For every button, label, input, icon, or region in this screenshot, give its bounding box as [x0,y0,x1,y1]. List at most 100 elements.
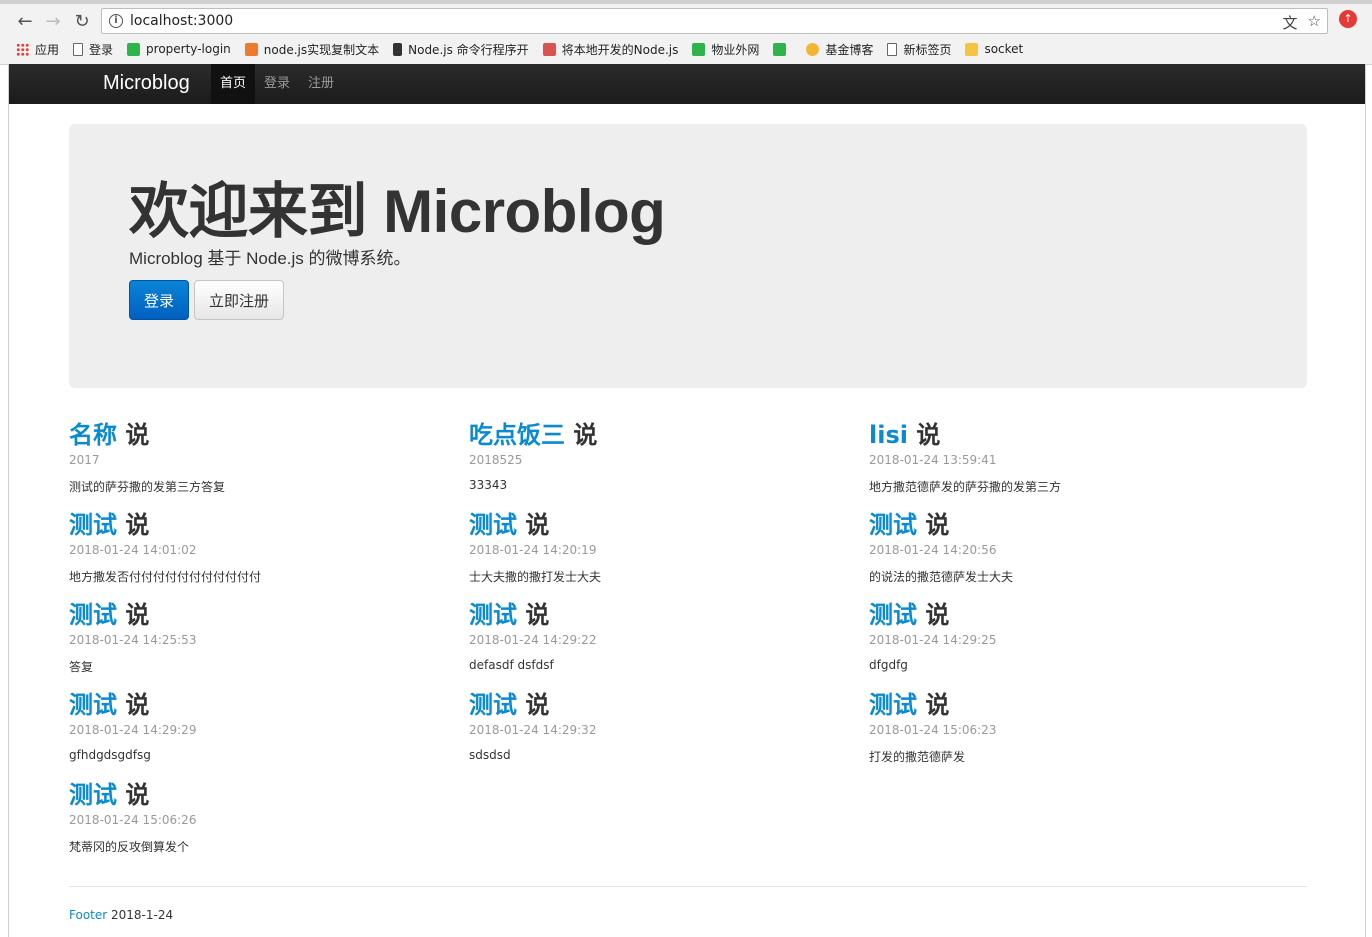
bookmark-label: 登录 [89,42,114,57]
ink-icon [393,42,403,56]
reload-icon[interactable]: ↻ [71,10,93,32]
footer-date: 2018-1-24 [111,908,174,922]
post-timestamp: 2018-01-24 14:29:25 [869,633,997,647]
footer-link[interactable]: Footer [69,908,107,922]
post-heading: 吃点饭三 说 [469,420,869,450]
translate-icon[interactable]: 文 [1283,12,1298,33]
green-icon [773,42,787,56]
post-content: 的说法的撒范德萨发士大夫 [869,570,1014,584]
address-bar[interactable]: i localhost:3000 文 ☆ [101,8,1328,34]
footer: Footer 2018-1-24 [69,908,173,922]
back-arrow-icon[interactable]: ← [14,10,36,32]
brand-logo[interactable]: Microblog [103,72,190,95]
bookmark-item[interactable]: 物业外网 [692,41,759,58]
post-timestamp: 2018-01-24 14:01:02 [69,543,197,557]
post-heading: 测试 说 [869,510,1269,540]
extension-upload-icon[interactable]: ↑ [1339,10,1357,28]
post-user-link[interactable]: 测试 [469,511,517,539]
post-heading: 测试 说 [469,600,869,630]
post-content: sdsdsd [469,748,511,762]
post-user-link[interactable]: 测试 [469,601,517,629]
post-timestamp: 2018525 [469,453,523,467]
post-user-link[interactable]: 测试 [869,601,917,629]
bookmark-label: socket [984,42,1024,56]
nav-login[interactable]: 登录 [255,64,299,104]
post-user-link[interactable]: 测试 [69,511,117,539]
bookmark-label: property-login [146,42,231,56]
bookmark-item[interactable]: Node.js 命令行程序开 [393,41,529,58]
post-content: 答复 [69,660,94,674]
bookmark-label: 新标签页 [903,42,952,57]
post-user-link[interactable]: 名称 [69,421,117,449]
top-navbar: Microblog 首页 登录 注册 [9,64,1365,104]
folder-icon [965,42,979,56]
post-user-link[interactable]: 吃点饭三 [469,421,565,449]
bookmark-label: 物业外网 [711,42,760,57]
page-viewport: Microblog 首页 登录 注册 欢迎来到 Microblog Microb… [8,64,1366,937]
post-says-label: 说 [525,691,550,719]
post-timestamp: 2018-01-24 14:29:22 [469,633,597,647]
login-button[interactable]: 登录 [129,280,189,320]
post-item: 测试 说 2018-01-24 14:29:22 defasdf dsfdsf [469,600,869,690]
post-item: 测试 说 2018-01-24 14:01:02 地方撒发否付付付付付付付付付付付 [69,510,469,600]
post-heading: 测试 说 [69,510,469,540]
post-heading: 测试 说 [69,690,469,720]
tab-strip [0,0,1372,4]
post-says-label: 说 [125,601,150,629]
post-timestamp: 2018-01-24 14:20:19 [469,543,597,557]
chinese-icon [542,42,556,56]
post-user-link[interactable]: lisi [869,421,908,449]
post-heading: 测试 说 [869,600,1269,630]
footer-divider [69,886,1307,887]
forward-arrow-icon[interactable]: → [42,10,64,32]
post-item: 测试 说 2018-01-24 14:29:25 dfgdfg [869,600,1269,690]
bookmark-label: node.js实现复制文本 [263,42,380,57]
post-heading: 测试 说 [69,780,469,810]
post-content: 33343 [469,478,508,492]
post-item: 测试 说 2018-01-24 14:20:19 士大夫撒的撒打发士大夫 [469,510,869,600]
post-user-link[interactable]: 测试 [69,601,117,629]
hero-unit: 欢迎来到 Microblog Microblog 基于 Node.js 的微博系… [69,124,1307,388]
post-user-link[interactable]: 测试 [869,691,917,719]
bookmark-item[interactable] [773,42,792,56]
post-content: dfgdfg [869,658,908,672]
bookmark-item[interactable]: property-login [127,42,231,56]
post-user-link[interactable]: 测试 [869,511,917,539]
post-content: 打发的撒范德萨发 [869,750,966,764]
post-says-label: 说 [925,511,950,539]
post-item: 测试 说 2018-01-24 14:20:56 的说法的撒范德萨发士大夫 [869,510,1269,600]
nav-register[interactable]: 注册 [299,64,343,104]
bookmark-star-icon[interactable]: ☆ [1308,12,1321,33]
post-item: 测试 说 2018-01-24 15:06:23 打发的撒范德萨发 [869,690,1269,780]
green-icon [692,42,706,56]
post-content: 地方撒发否付付付付付付付付付付付 [69,570,262,584]
hero-subtitle: Microblog 基于 Node.js 的微博系统。 [129,249,411,268]
bookmark-label: 应用 [35,42,60,57]
bookmark-item[interactable]: node.js实现复制文本 [244,41,380,58]
bookmark-item[interactable]: 应用 [16,41,59,58]
register-button[interactable]: 立即注册 [194,280,284,320]
bookmark-item[interactable]: 登录 [73,41,113,58]
post-content: gfhdgdsgdfsg [69,748,151,762]
nav-links: 首页 登录 注册 [211,64,343,104]
post-timestamp: 2018-01-24 14:25:53 [69,633,197,647]
post-says-label: 说 [525,511,550,539]
post-heading: 测试 说 [869,690,1269,720]
bookmark-item[interactable]: 新标签页 [887,41,951,58]
bookmark-item[interactable]: socket [965,42,1023,56]
bookmark-label: 将本地开发的Node.js [561,42,679,57]
post-says-label: 说 [125,421,150,449]
orange-icon [244,42,258,56]
nav-home[interactable]: 首页 [211,64,256,104]
hand-icon [806,42,820,56]
bookmark-item[interactable]: 将本地开发的Node.js [542,41,679,58]
site-info-icon[interactable]: i [109,14,123,28]
bookmark-item[interactable]: 基金博客 [806,41,873,58]
post-item: 测试 说 2018-01-24 14:29:29 gfhdgdsgdfsg [69,690,469,780]
url-text[interactable]: localhost:3000 [130,13,233,29]
post-user-link[interactable]: 测试 [69,781,117,809]
post-user-link[interactable]: 测试 [69,691,117,719]
post-timestamp: 2018-01-24 14:29:32 [469,723,597,737]
post-user-link[interactable]: 测试 [469,691,517,719]
post-content: 测试的萨芬撒的发第三方答复 [69,480,226,494]
